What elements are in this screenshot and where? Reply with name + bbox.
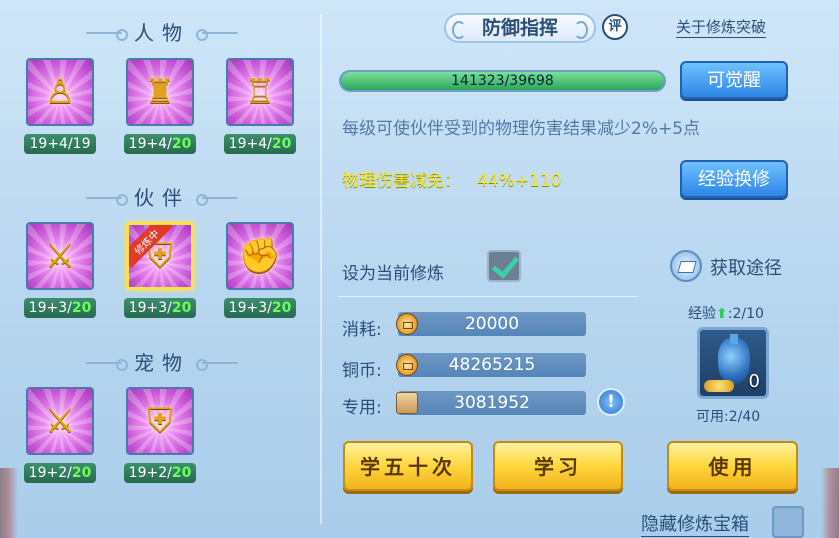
training-panel: 人物 ♙ 19+4/19 ♜ 19+4/20 ♖ 19+4/20 伙伴 ⚔ 19… bbox=[0, 0, 839, 538]
cost-label: 消耗: bbox=[342, 320, 382, 340]
progress-text: 141323/39698 bbox=[451, 73, 554, 89]
card-partner-2[interactable]: ⛨ 修炼中 19+3/20 bbox=[124, 222, 196, 322]
level-label: 19+4/20 bbox=[124, 134, 196, 154]
scroll-icon bbox=[396, 392, 418, 414]
level-label: 19+3/20 bbox=[124, 298, 196, 318]
skill-description: 每级可使伙伴受到的物理伤害结果减少2%+5点 bbox=[342, 119, 701, 139]
vase-icon bbox=[718, 334, 750, 384]
effect-value: 44%+110 bbox=[477, 171, 562, 191]
level-label: 19+2/20 bbox=[124, 463, 196, 483]
set-current-label: 设为当前修炼 bbox=[342, 264, 444, 284]
coin-icon bbox=[396, 313, 418, 335]
level-label: 19+4/20 bbox=[224, 134, 296, 154]
awaken-button[interactable]: 可觉醒 bbox=[680, 61, 788, 99]
use-button[interactable]: 使用 bbox=[667, 441, 798, 491]
exp-exchange-button[interactable]: 经验换修 bbox=[680, 160, 788, 198]
learn-button[interactable]: 学习 bbox=[493, 441, 623, 491]
section-title-character: 人物 bbox=[12, 18, 312, 48]
section-title-partner: 伙伴 bbox=[12, 183, 312, 213]
copper-label: 铜币: bbox=[342, 361, 382, 381]
card-character-1[interactable]: ♙ 19+4/19 bbox=[24, 58, 96, 158]
golden-sword-lion-icon: ⚔ bbox=[44, 236, 76, 276]
level-label: 19+4/19 bbox=[24, 134, 96, 154]
up-arrow-icon: ⬆ bbox=[716, 306, 728, 322]
cost-value: 20000 bbox=[398, 312, 586, 336]
available-label: 可用:2/40 bbox=[696, 409, 761, 425]
separator bbox=[338, 296, 638, 297]
golden-armor-icon: ♖ bbox=[244, 72, 276, 112]
exp-item-slot[interactable]: 0 bbox=[697, 327, 769, 399]
info-icon[interactable]: ! bbox=[597, 388, 625, 416]
golden-shield-cat-icon: ⛨ bbox=[147, 401, 173, 441]
about-breakthrough-link[interactable]: 关于修炼突破 bbox=[676, 16, 767, 38]
level-label: 19+2/20 bbox=[24, 463, 96, 483]
special-value: 3081952 bbox=[398, 391, 586, 415]
copper-value: 48265215 bbox=[398, 353, 586, 377]
section-title-pet: 宠物 bbox=[12, 348, 312, 378]
exp-counter: 经验⬆:2/10 bbox=[688, 306, 764, 322]
skill-title: 防御指挥 bbox=[444, 13, 596, 43]
card-character-3[interactable]: ♖ 19+4/20 bbox=[224, 58, 296, 158]
level-label: 19+3/20 bbox=[24, 298, 96, 318]
exp-progress-bar: 141323/39698 bbox=[339, 70, 666, 92]
book-icon[interactable] bbox=[670, 250, 702, 282]
card-partner-1[interactable]: ⚔ 19+3/20 bbox=[24, 222, 96, 322]
gold-pile-icon bbox=[704, 380, 734, 392]
hide-chest-label: 隐藏修炼宝箱 bbox=[641, 510, 749, 537]
card-pet-1[interactable]: ⚔ 19+2/20 bbox=[24, 387, 96, 487]
card-partner-3[interactable]: ✊ 19+3/20 bbox=[224, 222, 296, 322]
card-pet-2[interactable]: ⛨ 19+2/20 bbox=[124, 387, 196, 487]
golden-shield-warrior-icon: ♜ bbox=[144, 72, 176, 112]
category-column: 人物 ♙ 19+4/19 ♜ 19+4/20 ♖ 19+4/20 伙伴 ⚔ 19… bbox=[12, 0, 312, 538]
set-current-checkbox[interactable] bbox=[487, 250, 521, 282]
effect-label: 物理伤害减免： bbox=[342, 171, 461, 191]
special-label: 专用: bbox=[342, 398, 382, 418]
level-label: 19+3/20 bbox=[224, 298, 296, 318]
learn-fifty-button[interactable]: 学五十次 bbox=[343, 441, 473, 491]
golden-sword-cat-icon: ⚔ bbox=[44, 401, 76, 441]
column-divider bbox=[320, 14, 322, 524]
coin-icon bbox=[396, 354, 418, 376]
right-ornament bbox=[821, 468, 839, 538]
golden-statue-icon: ♙ bbox=[44, 72, 76, 112]
hide-chest-checkbox[interactable] bbox=[772, 506, 804, 538]
item-count: 0 bbox=[748, 371, 760, 392]
rate-button[interactable]: 评 bbox=[602, 14, 628, 40]
effect-line: 物理伤害减免： 44%+110 bbox=[342, 166, 561, 191]
obtain-route-link[interactable]: 获取途径 bbox=[710, 254, 782, 280]
card-character-2[interactable]: ♜ 19+4/20 bbox=[124, 58, 196, 158]
golden-gauntlet-lion-icon: ✊ bbox=[238, 236, 282, 276]
